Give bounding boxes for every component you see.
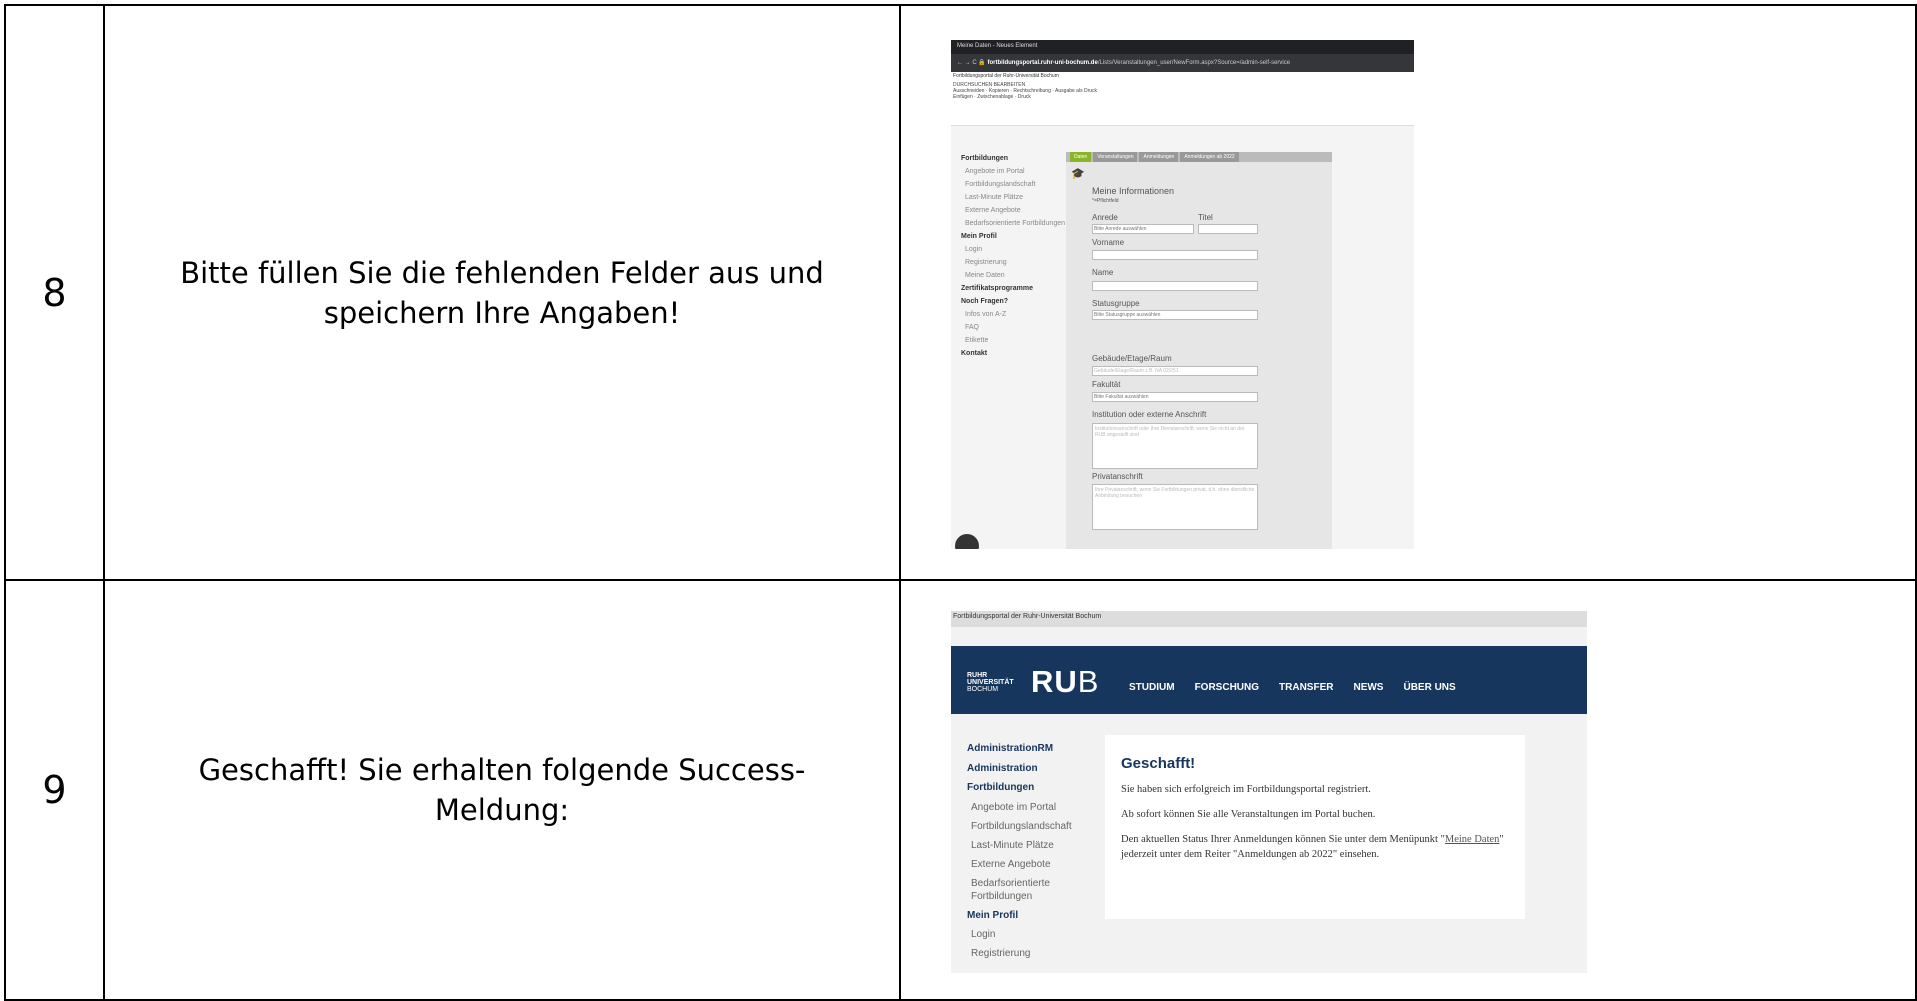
form-tabs: Daten Veranstaltungen Anmeldungen Anmeld… — [1066, 152, 1332, 162]
institution-textarea[interactable]: Institutionsanschrift oder Ihre Dienstan… — [1092, 423, 1258, 469]
sidebar-item[interactable]: Etikette — [961, 334, 1071, 347]
edit-fab-icon[interactable] — [955, 534, 979, 549]
sidebar-item[interactable]: Externe Angebote — [967, 855, 1107, 874]
sidebar-item[interactable]: Infos von A-Z — [961, 308, 1071, 321]
titel-input[interactable] — [1198, 224, 1258, 234]
step-number: 9 — [4, 579, 105, 1001]
sidebar-item[interactable]: Registrierung — [961, 256, 1071, 269]
sidebar-item[interactable]: Mein Profil — [967, 906, 1107, 926]
form-screenshot: Meine Daten - Neues Element ← → C 🔒 fort… — [951, 40, 1414, 549]
sidebar-item[interactable]: Fortbildungslandschaft — [961, 178, 1071, 191]
label-fakultaet: Fakultät — [1092, 380, 1121, 389]
required-note: *=Pflichtfeld — [1092, 198, 1119, 204]
tab-anmeldungen-2022[interactable]: Anmeldungen ab 2022 — [1180, 152, 1239, 162]
graduation-cap-icon: 🎓 — [1071, 168, 1085, 180]
gebaeude-input[interactable]: Gebäude/Etage/Raum z.B. NA 02/251 — [1092, 366, 1258, 376]
sidebar-item[interactable]: Bedarfsorientierte Fortbildungen — [961, 217, 1071, 230]
nav-forschung[interactable]: FORSCHUNG — [1195, 682, 1259, 693]
vorname-input[interactable] — [1092, 250, 1258, 260]
success-screenshot: Fortbildungsportal der Ruhr-Universität … — [951, 611, 1587, 973]
step-instruction: Bitte füllen Sie die fehlenden Felder au… — [103, 4, 901, 581]
success-title: Geschafft! — [1121, 755, 1196, 772]
sidebar-item[interactable]: Fortbildungen — [961, 152, 1071, 165]
step-number: 8 — [4, 4, 105, 581]
screenshot-cell: Fortbildungsportal der Ruhr-Universität … — [899, 579, 1917, 1001]
rub-header: RUHR UNIVERSITÄT BOCHUM RUB STUDIUM FORSCH… — [951, 646, 1587, 714]
browser-tab: Meine Daten - Neues Element — [951, 40, 1414, 54]
sidebar-item[interactable]: Zertifikatsprogramme — [961, 282, 1071, 295]
sidebar-item[interactable]: Login — [967, 925, 1107, 944]
tab-anmeldungen[interactable]: Anmeldungen — [1139, 152, 1179, 162]
label-gebaeude: Gebäude/Etage/Raum — [1092, 354, 1172, 363]
tab-veranstaltungen[interactable]: Veranstaltungen — [1093, 152, 1138, 162]
rub-logo[interactable]: RUB — [1031, 664, 1099, 700]
sidebar-item[interactable]: Externe Angebote — [961, 204, 1071, 217]
meine-daten-link[interactable]: Meine Daten — [1445, 834, 1500, 845]
side-nav: Fortbildungen Angebote im Portal Fortbildu… — [961, 152, 1071, 360]
step-instruction: Geschafft! Sie erhalten folgende Success… — [103, 579, 901, 1001]
statusgruppe-select[interactable]: Bitte Statusgruppe auswählen — [1092, 310, 1258, 320]
sidebar-item[interactable]: Login — [961, 243, 1071, 256]
table-row: 9 Geschafft! Sie erhalten folgende Succe… — [4, 579, 1917, 1001]
sidebar-item[interactable]: Last-Minute Plätze — [961, 191, 1071, 204]
site-header: Fortbildungsportal der Ruhr-Universität … — [951, 611, 1587, 627]
privat-textarea[interactable]: Ihre Privatanschrift, wenn Sie Fortbildu… — [1092, 484, 1258, 530]
site-header: Fortbildungsportal der Ruhr-Universität … — [951, 72, 1414, 80]
sidebar-item[interactable]: Meine Daten — [961, 269, 1071, 282]
sidebar-item[interactable]: Registrierung — [967, 944, 1107, 963]
sidebar-item[interactable]: Angebote im Portal — [967, 798, 1107, 817]
instruction-table: 8 Bitte füllen Sie die fehlenden Felder … — [4, 4, 1917, 1001]
nav-studium[interactable]: STUDIUM — [1129, 682, 1175, 693]
success-text-1: Sie haben sich erfolgreich im Fortbildun… — [1121, 784, 1371, 795]
sidebar-item[interactable]: AdministrationRM — [967, 739, 1107, 759]
sidebar-item[interactable]: Angebote im Portal — [961, 165, 1071, 178]
sidebar-item[interactable]: Administration — [967, 759, 1107, 779]
success-text-3: Den aktuellen Status Ihrer Anmeldungen k… — [1121, 834, 1504, 860]
label-vorname: Vorname — [1092, 238, 1125, 247]
nav-transfer[interactable]: TRANSFER — [1279, 682, 1333, 693]
sidebar-item[interactable]: Noch Fragen? — [961, 295, 1071, 308]
side-nav: AdministrationRM Administration Fortbildun… — [967, 739, 1107, 963]
success-card: Geschafft! Sie haben sich erfolgreich im… — [1105, 735, 1525, 919]
sidebar-item[interactable]: Fortbildungslandschaft — [967, 817, 1107, 836]
label-anrede: Anrede — [1092, 213, 1118, 222]
top-nav: STUDIUM FORSCHUNG TRANSFER NEWS ÜBER UNS — [1129, 682, 1456, 693]
sidebar-item[interactable]: Kontakt — [961, 347, 1071, 360]
sidebar-item[interactable]: FAQ — [961, 321, 1071, 334]
sidebar-item[interactable]: Fortbildungen — [967, 778, 1107, 798]
sidebar-item[interactable]: Mein Profil — [961, 230, 1071, 243]
profile-form: Daten Veranstaltungen Anmeldungen Anmeld… — [1066, 152, 1332, 549]
label-statusgruppe: Statusgruppe — [1092, 299, 1140, 308]
table-row: 8 Bitte füllen Sie die fehlenden Felder … — [4, 4, 1917, 581]
success-text-2: Ab sofort können Sie alle Veranstaltunge… — [1121, 809, 1376, 820]
fakultaet-select[interactable]: Bitte Fakultät auswählen — [1092, 392, 1258, 402]
anrede-select[interactable]: Bitte Anrede auswählen — [1092, 224, 1194, 234]
label-institution: Institution oder externe Anschrift — [1092, 410, 1207, 419]
label-name: Name — [1092, 268, 1114, 277]
form-heading: Meine Informationen — [1092, 186, 1175, 196]
sidebar-item[interactable]: Bedarfsorientierte Fortbildungen — [967, 874, 1107, 906]
nav-news[interactable]: NEWS — [1353, 682, 1383, 693]
label-privat: Privatanschrift — [1092, 472, 1143, 481]
ribbon: DURCHSUCHEN BEARBEITEN Ausschneiden · Ko… — [951, 80, 1414, 126]
rub-logo-small: RUHR UNIVERSITÄT BOCHUM — [967, 672, 1014, 693]
screenshot-cell: Meine Daten - Neues Element ← → C 🔒 fort… — [899, 4, 1917, 581]
sidebar-item[interactable]: Last-Minute Plätze — [967, 836, 1107, 855]
name-input[interactable] — [1092, 281, 1258, 291]
tab-daten[interactable]: Daten — [1070, 152, 1092, 162]
url-bar: ← → C 🔒 fortbildungsportal.ruhr-uni-boch… — [951, 54, 1414, 72]
label-titel: Titel — [1198, 213, 1213, 222]
nav-ueber-uns[interactable]: ÜBER UNS — [1403, 682, 1455, 693]
